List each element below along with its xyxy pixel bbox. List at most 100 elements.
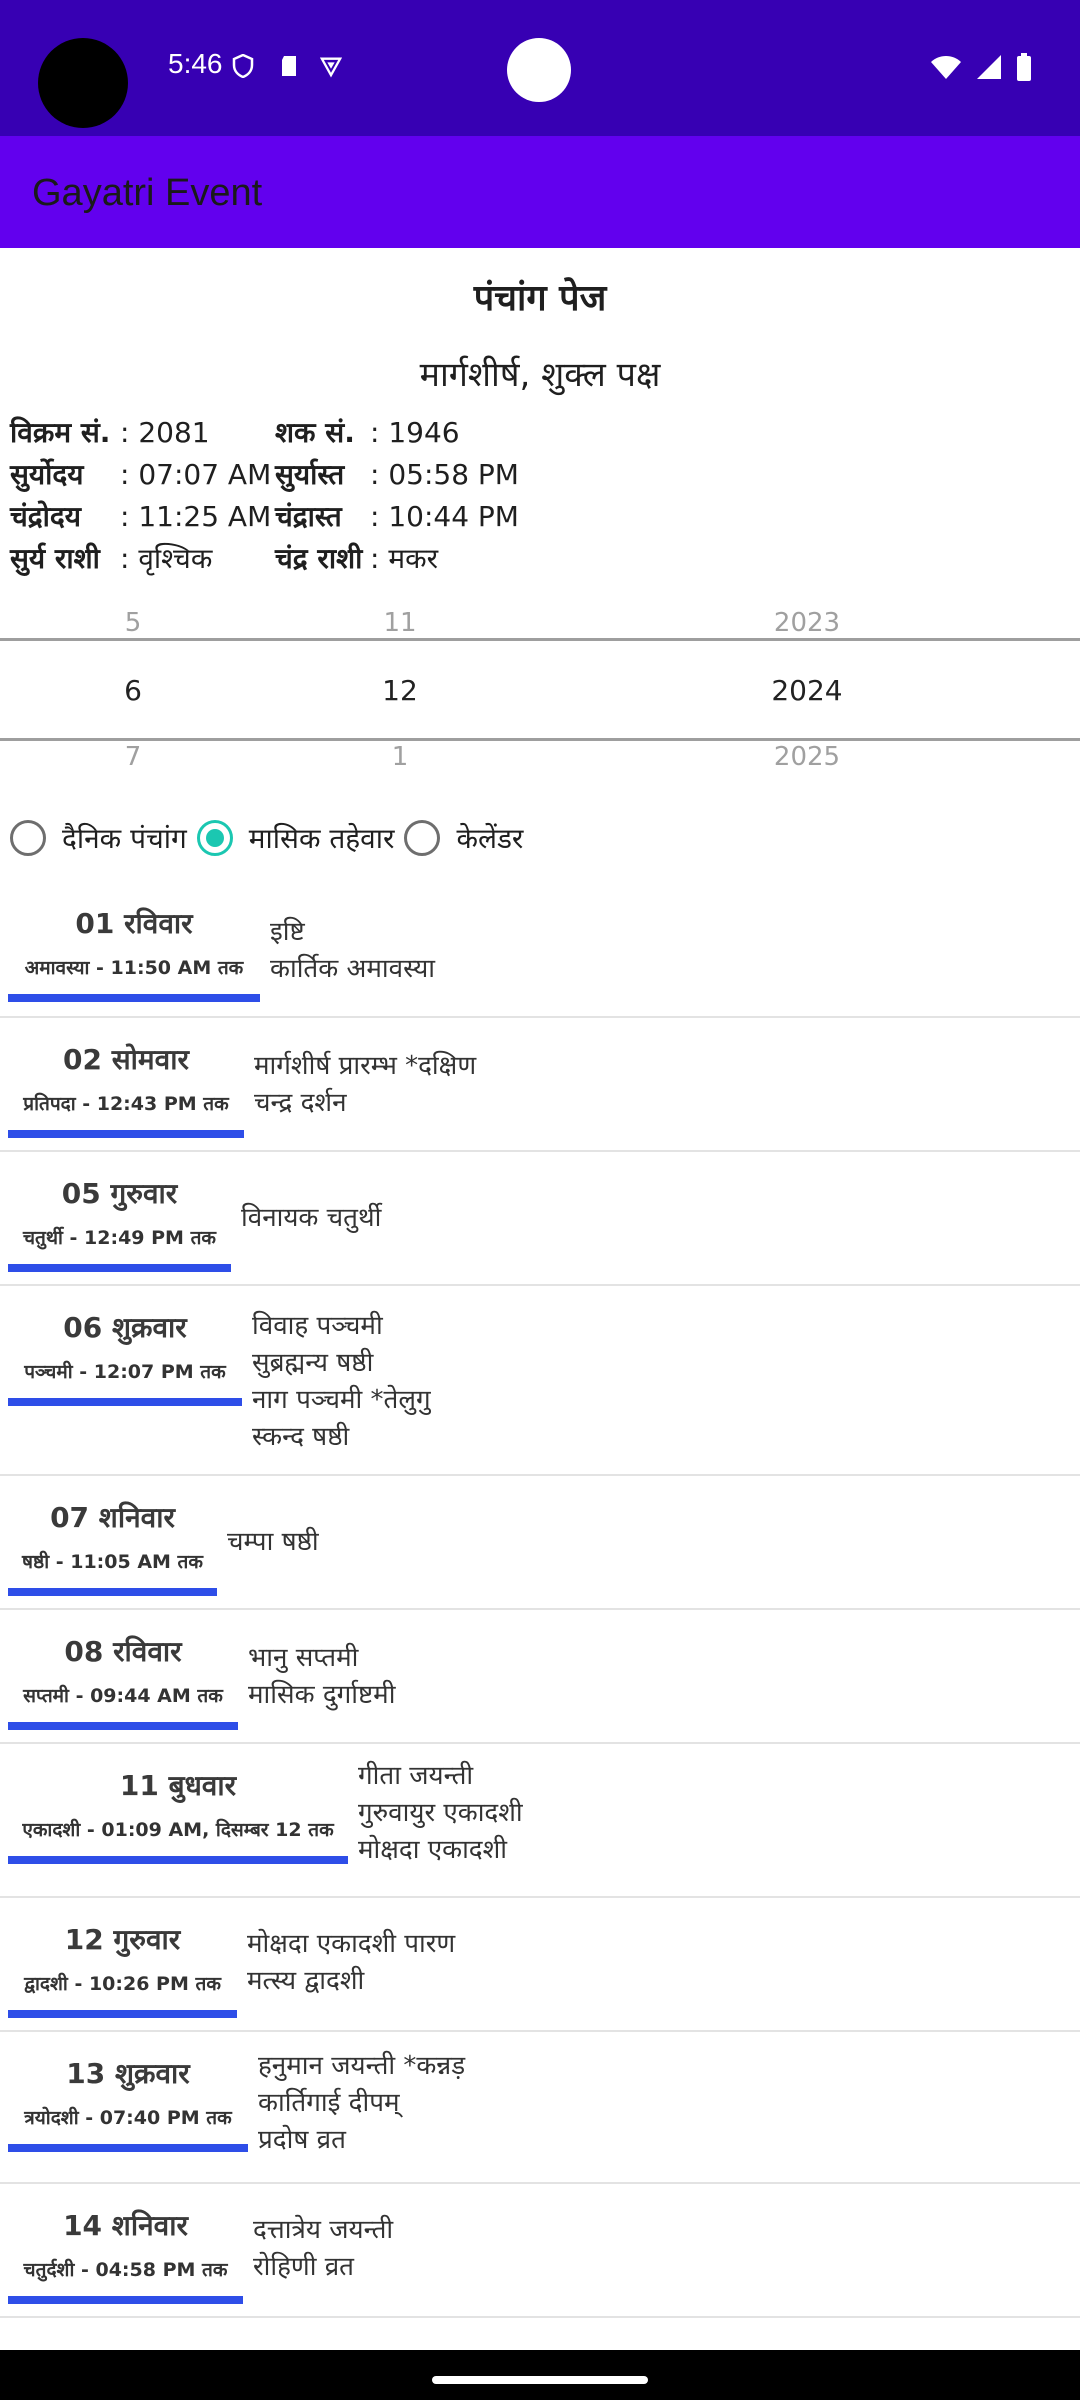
info-value: : 07:07 AM: [120, 458, 272, 491]
status-time: 5:46: [168, 48, 223, 79]
festival-list-item[interactable]: 05 गुरुवार चतुर्थी - 12:49 PM तक विनायक …: [0, 1152, 1080, 1286]
day-next[interactable]: 7: [33, 742, 233, 772]
year-prev[interactable]: 2023: [707, 608, 907, 638]
info-label: सुर्य राशी: [10, 542, 100, 575]
event-name: मोक्षदा एकादशी पारण: [247, 1929, 456, 1959]
event-name: मासिक दुर्गाष्टमी: [248, 1680, 396, 1710]
date-block: 11 बुधवार एकादशी - 01:09 AM, दिसम्बर 12 …: [8, 1766, 348, 1864]
event-name: चन्द्र दर्शन: [254, 1088, 347, 1118]
day-label: 07 शनिवार: [50, 1501, 175, 1534]
day-label: 13 शुक्रवार: [66, 2057, 190, 2090]
info-row: सुर्य राशी : वृश्चिक चंद्र राशी : मकर: [10, 538, 570, 580]
event-list: मोक्षदा एकादशी पारण मत्स्य द्वादशी: [247, 1926, 455, 2000]
event-name: मार्गशीर्ष प्रारम्भ *दक्षिण: [254, 1051, 477, 1081]
sd-card-icon: [282, 56, 296, 76]
tithi-label: सप्तमी - 09:44 AM तक: [23, 1685, 223, 1707]
event-name: चम्पा षष्ठी: [227, 1527, 319, 1557]
accent-underline: [8, 2010, 237, 2018]
home-gesture-handle[interactable]: [432, 2376, 648, 2384]
front-camera-icon: [507, 38, 571, 102]
status-right-icons: [930, 52, 1032, 82]
event-name: विवाह पञ्चमी: [252, 1311, 383, 1341]
festival-list-item[interactable]: 14 शनिवार चतुर्दशी - 04:58 PM तक दत्तात्…: [0, 2184, 1080, 2318]
festival-list-item[interactable]: 07 शनिवार षष्ठी - 11:05 AM तक चम्पा षष्ठ…: [0, 1476, 1080, 1610]
event-name: कार्तिक अमावस्या: [270, 954, 436, 984]
event-list: मार्गशीर्ष प्रारम्भ *दक्षिण चन्द्र दर्शन: [254, 1048, 476, 1122]
tithi-label: द्वादशी - 10:26 PM तक: [24, 1973, 221, 1995]
tithi-label: चतुर्दशी - 04:58 PM तक: [23, 2259, 228, 2281]
event-name: रोहिणी व्रत: [253, 2252, 354, 2282]
picker-divider-top: [0, 638, 1080, 641]
radio-monthly-festivals[interactable]: मासिक तहेवार: [196, 819, 394, 857]
tithi-label: त्रयोदशी - 07:40 PM तक: [24, 2107, 232, 2129]
day-label: 08 रविवार: [64, 1635, 182, 1668]
info-value: : 10:44 PM: [370, 500, 519, 533]
app-bar: Gayatri Event: [0, 136, 1080, 248]
status-bar: 5:46: [0, 0, 1080, 136]
info-label: शक सं.: [275, 416, 355, 449]
tithi-label: एकादशी - 01:09 AM, दिसम्बर 12 तक: [22, 1819, 334, 1841]
day-label: 12 गुरुवार: [64, 1923, 181, 1956]
wifi-icon: [931, 56, 961, 79]
accent-underline: [8, 1722, 238, 1730]
year-next[interactable]: 2025: [707, 742, 907, 772]
event-name: दत्तात्रेय जयन्ती: [253, 2215, 394, 2245]
shield-icon: [232, 54, 254, 78]
festival-list-item[interactable]: 12 गुरुवार द्वादशी - 10:26 PM तक मोक्षदा…: [0, 1898, 1080, 2032]
festival-list-item[interactable]: 08 रविवार सप्तमी - 09:44 AM तक भानु सप्त…: [0, 1610, 1080, 1744]
day-label: 06 शुक्रवार: [63, 1311, 187, 1344]
day-label: 02 सोमवार: [63, 1043, 189, 1076]
radio-unchecked-icon[interactable]: [404, 820, 441, 856]
event-name: इष्टि: [270, 917, 305, 947]
radio-checked-icon[interactable]: [196, 820, 233, 856]
event-name: सुब्रह्मन्य षष्ठी: [252, 1348, 374, 1378]
info-value: : 05:58 PM: [370, 458, 519, 491]
info-label: चंद्र राशी: [275, 542, 363, 575]
day-label: 11 बुधवार: [119, 1769, 237, 1802]
date-block: 07 शनिवार षष्ठी - 11:05 AM तक: [8, 1498, 217, 1596]
radio-daily-panchang[interactable]: दैनिक पंचांग: [10, 819, 187, 857]
info-label: विक्रम सं.: [10, 416, 111, 449]
battery-icon: [1017, 53, 1031, 81]
info-row: विक्रम सं. : 2081 शक सं. : 1946: [10, 412, 570, 454]
app-title: Gayatri Event: [32, 172, 263, 214]
festival-list-item[interactable]: 02 सोमवार प्रतिपदा - 12:43 PM तक मार्गशी…: [0, 1018, 1080, 1152]
event-list: हनुमान जयन्ती *कन्नड़ कार्तिगाई दीपम् प्…: [258, 2048, 465, 2159]
day-prev[interactable]: 5: [33, 608, 233, 638]
date-block: 12 गुरुवार द्वादशी - 10:26 PM तक: [8, 1920, 237, 2018]
info-value: : 1946: [370, 416, 460, 449]
event-name: हनुमान जयन्ती *कन्नड़: [258, 2051, 466, 2081]
event-name: गीता जयन्ती: [358, 1761, 474, 1791]
accent-underline: [8, 1398, 242, 1406]
radio-label: दैनिक पंचांग: [62, 822, 187, 855]
date-block: 02 सोमवार प्रतिपदा - 12:43 PM तक: [8, 1040, 244, 1138]
radio-unchecked-icon[interactable]: [10, 820, 46, 856]
month-prev[interactable]: 11: [300, 608, 500, 638]
festival-list-item[interactable]: 06 शुक्रवार पञ्चमी - 12:07 PM तक विवाह प…: [0, 1286, 1080, 1476]
festival-list-item[interactable]: 11 बुधवार एकादशी - 01:09 AM, दिसम्बर 12 …: [0, 1744, 1080, 1898]
radio-calendar[interactable]: केलेंडर: [404, 819, 523, 857]
panchang-info: विक्रम सं. : 2081 शक सं. : 1946 सुर्योदय…: [10, 412, 570, 580]
day-label: 14 शनिवार: [63, 2209, 188, 2242]
accent-underline: [8, 2296, 243, 2304]
date-block: 05 गुरुवार चतुर्थी - 12:49 PM तक: [8, 1174, 231, 1272]
festival-list-item[interactable]: 01 रविवार अमावस्या - 11:50 AM तक इष्टि क…: [0, 882, 1080, 1018]
day-selected[interactable]: 6: [33, 674, 233, 707]
festival-list-item[interactable]: 13 शुक्रवार त्रयोदशी - 07:40 PM तक हनुमा…: [0, 2032, 1080, 2184]
picker-divider-bottom: [0, 738, 1080, 741]
radio-label: केलेंडर: [456, 822, 524, 855]
info-row: चंद्रोदय : 11:25 AM चंद्रास्त : 10:44 PM: [10, 496, 570, 538]
event-name: स्कन्द षष्ठी: [252, 1422, 350, 1452]
month-next[interactable]: 1: [300, 742, 500, 772]
navigation-bar: [0, 2350, 1080, 2400]
info-value: : वृश्चिक: [120, 542, 213, 575]
tithi-label: चतुर्थी - 12:49 PM तक: [22, 1227, 217, 1249]
date-block: 06 शुक्रवार पञ्चमी - 12:07 PM तक: [8, 1308, 242, 1406]
year-selected[interactable]: 2024: [707, 674, 907, 707]
accent-underline: [8, 994, 260, 1002]
event-name: प्रदोष व्रत: [258, 2125, 346, 2155]
accent-underline: [8, 1130, 244, 1138]
tithi-label: षष्ठी - 11:05 AM तक: [22, 1551, 203, 1573]
month-selected[interactable]: 12: [300, 674, 500, 707]
date-picker[interactable]: 5 6 7 11 12 1 2023 2024 2025: [0, 600, 1080, 780]
